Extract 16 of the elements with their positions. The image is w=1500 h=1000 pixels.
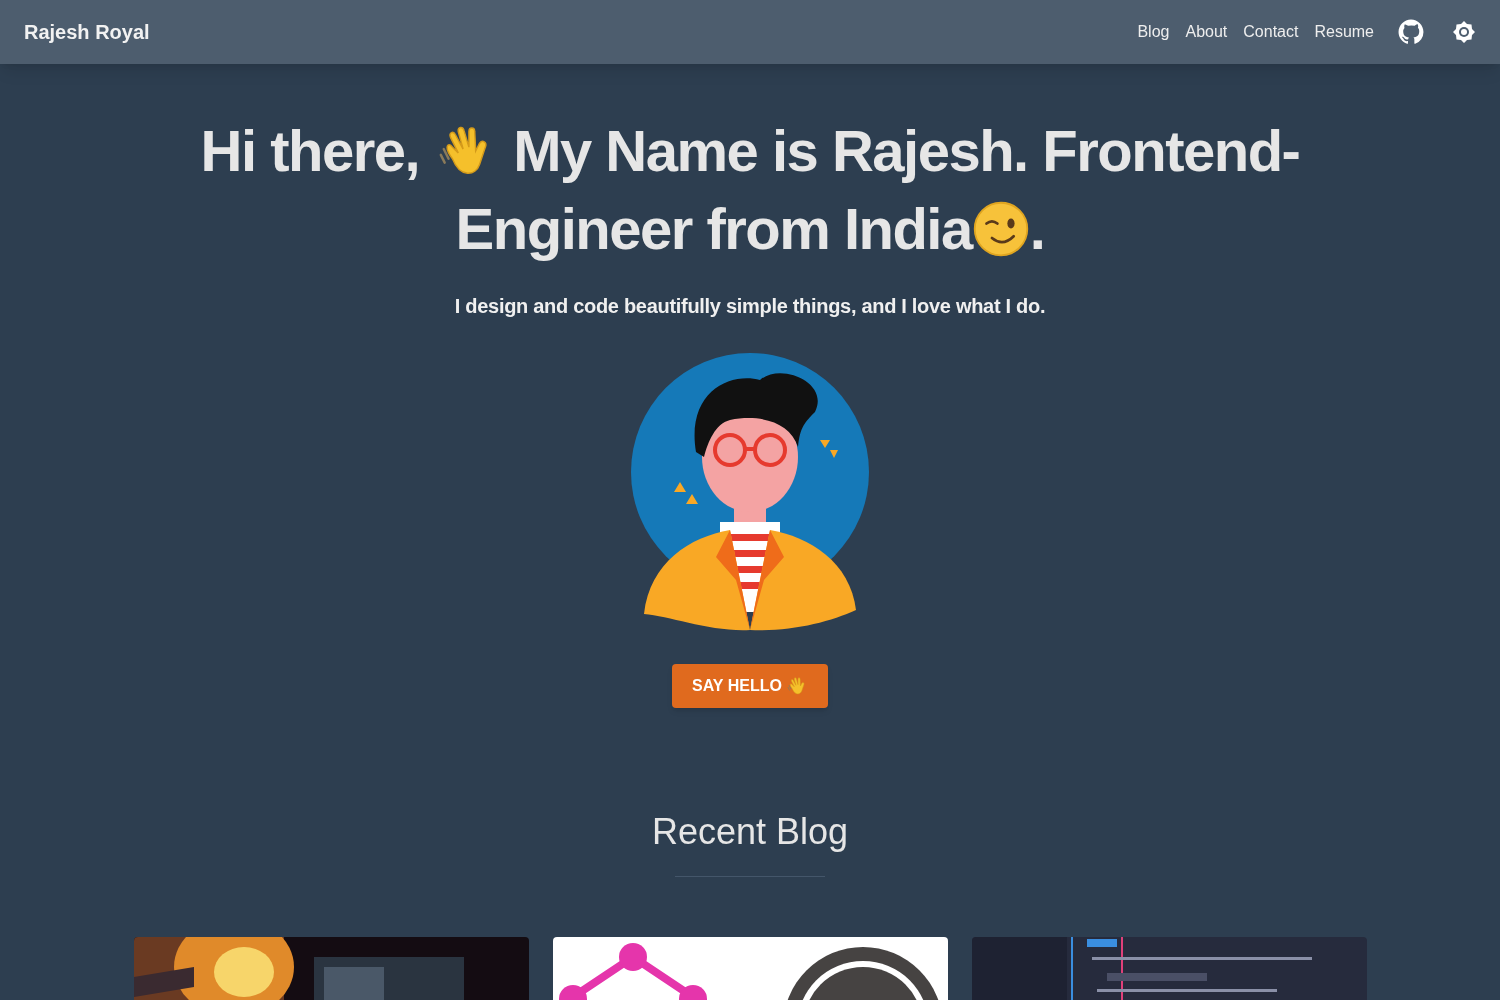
heading-text: Engineer from India — [455, 195, 972, 263]
nav-link[interactable]: Resume — [1314, 20, 1374, 44]
nav-link[interactable]: About — [1185, 20, 1228, 44]
github-icon[interactable] — [1398, 19, 1424, 45]
heading-text: . — [1029, 195, 1045, 263]
waving-hand-icon — [785, 675, 808, 697]
section-title: Recent Blog — [651, 812, 849, 852]
settings-icon[interactable] — [1452, 20, 1476, 44]
heading-text: My Name is Rajesh. Frontend- — [513, 117, 1300, 185]
winking-face-icon — [971, 200, 1030, 258]
nav-link[interactable]: Blog — [1137, 20, 1170, 44]
nav-link[interactable]: Contact — [1243, 20, 1299, 44]
subtitle: I design and code beautifully simple things, and I love what I do. — [454, 294, 1046, 319]
brand-link[interactable]: Rajesh Royal — [24, 18, 150, 46]
say-hello-button[interactable]: SAY HELLO — [672, 664, 828, 708]
heading-text: Hi there, — [200, 117, 420, 185]
